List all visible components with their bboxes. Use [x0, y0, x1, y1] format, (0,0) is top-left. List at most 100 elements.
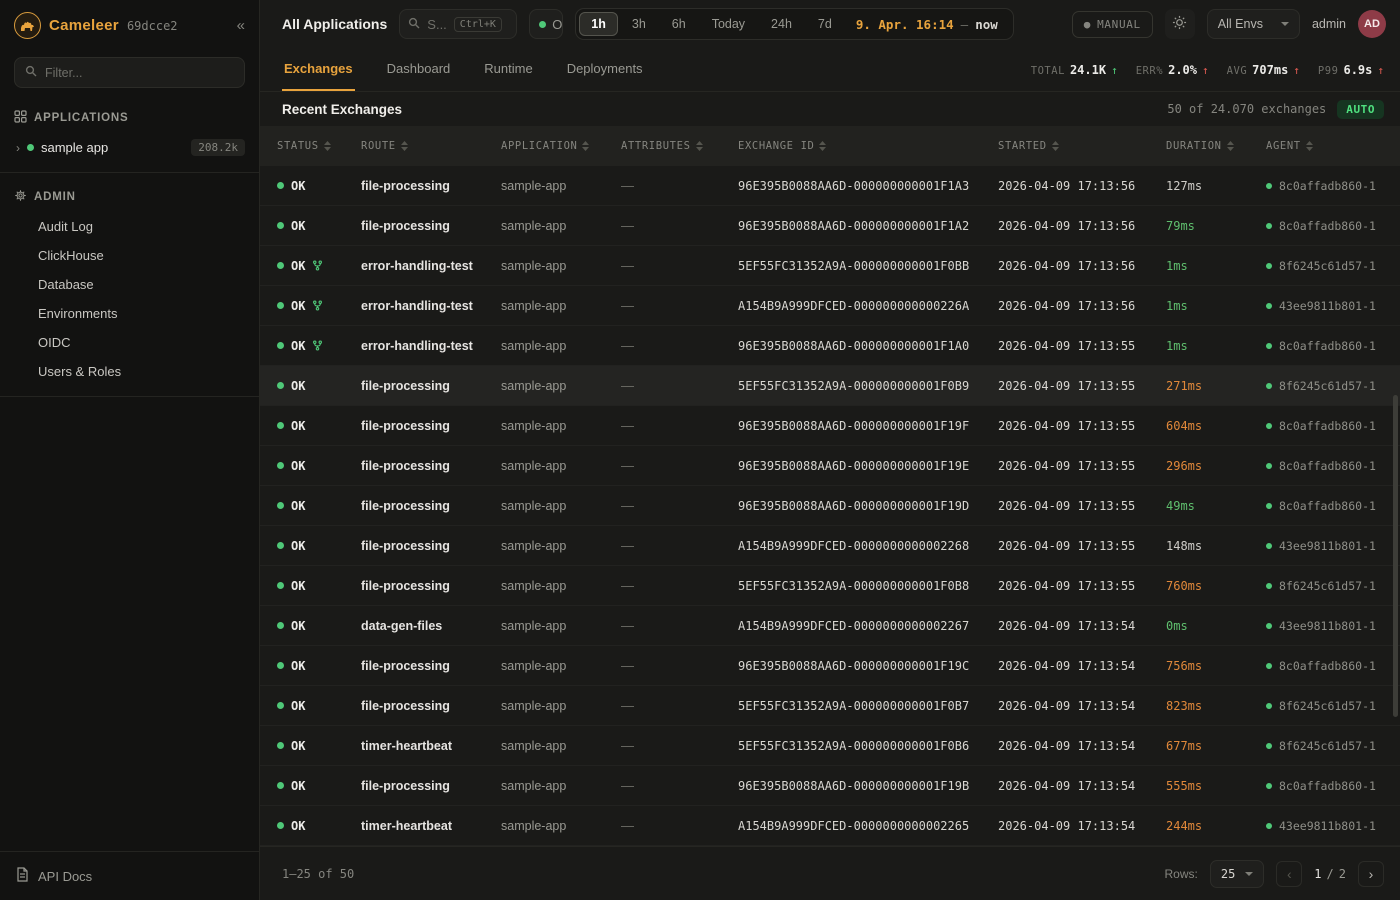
env-select[interactable]: All Envs [1207, 9, 1300, 39]
online-toggle[interactable]: O [529, 9, 563, 39]
theme-toggle-button[interactable] [1165, 9, 1195, 39]
sort-icon [324, 141, 331, 151]
date-from: 9. Apr. 16:14 [856, 17, 954, 32]
stat-err-value: 2.0% [1168, 63, 1197, 77]
time-range-today[interactable]: Today [700, 12, 757, 36]
started-cell: 2026-04-09 17:13:54 [998, 819, 1166, 833]
trend-up-icon: ↑ [1111, 64, 1118, 77]
application-cell: sample-app [501, 659, 621, 673]
sidebar-item-clickhouse[interactable]: ClickHouse [0, 241, 259, 270]
time-range-24h[interactable]: 24h [759, 12, 804, 36]
stat-avg: AVG 707ms ↑ [1227, 63, 1300, 77]
table-row[interactable]: OK file-processing sample-app — A154B9A9… [260, 526, 1400, 566]
time-range-1h[interactable]: 1h [579, 12, 618, 36]
api-docs-link[interactable]: API Docs [0, 851, 259, 900]
exchange-id-cell: 96E395B0088AA6D-000000000001F19F [738, 419, 998, 433]
table-row[interactable]: OK timer-heartbeat sample-app — A154B9A9… [260, 806, 1400, 846]
document-icon [16, 867, 29, 885]
manual-refresh-button[interactable]: ● MANUAL [1072, 11, 1153, 38]
exchange-id-cell: 5EF55FC31352A9A-000000000001F0B6 [738, 739, 998, 753]
table-row[interactable]: OK timer-heartbeat sample-app — 5EF55FC3… [260, 726, 1400, 766]
attributes-cell: — [621, 458, 738, 473]
column-header-route[interactable]: ROUTE [361, 140, 501, 152]
sidebar-collapse-icon[interactable]: « [237, 17, 245, 34]
table-row[interactable]: OK file-processing sample-app — 96E395B0… [260, 446, 1400, 486]
chevron-right-icon[interactable]: › [16, 141, 20, 155]
application-cell: sample-app [501, 379, 621, 393]
table-row[interactable]: OK file-processing sample-app — 96E395B0… [260, 486, 1400, 526]
tab-exchanges[interactable]: Exchanges [282, 48, 355, 91]
sidebar-item-database[interactable]: Database [0, 270, 259, 299]
sidebar-item-sample-app[interactable]: › sample app 208.2k [0, 133, 259, 162]
route-cell: error-handling-test [361, 339, 501, 353]
column-header-attributes[interactable]: ATTRIBUTES [621, 140, 738, 152]
column-header-exchange-id[interactable]: EXCHANGE ID [738, 140, 998, 152]
table-row[interactable]: OK file-processing sample-app — 96E395B0… [260, 766, 1400, 806]
exchange-id-cell: 5EF55FC31352A9A-000000000001F0B8 [738, 579, 998, 593]
table-row[interactable]: OK file-processing sample-app — 5EF55FC3… [260, 686, 1400, 726]
tab-runtime[interactable]: Runtime [482, 48, 534, 91]
table-row[interactable]: OK file-processing sample-app — 96E395B0… [260, 646, 1400, 686]
global-search[interactable]: S... Ctrl+K [399, 9, 517, 39]
sidebar-item-oidc[interactable]: OIDC [0, 328, 259, 357]
scrollbar-thumb[interactable] [1393, 395, 1398, 717]
started-cell: 2026-04-09 17:13:54 [998, 779, 1166, 793]
prev-page-button[interactable]: ‹ [1276, 861, 1302, 887]
table-row[interactable]: OK data-gen-files sample-app — A154B9A99… [260, 606, 1400, 646]
agent-id: 43ee9811b801-1 [1279, 299, 1376, 313]
time-range-6h[interactable]: 6h [660, 12, 698, 36]
column-header-duration[interactable]: DURATION [1166, 140, 1266, 152]
status-dot [277, 222, 284, 229]
table-row[interactable]: OK file-processing sample-app — 96E395B0… [260, 166, 1400, 206]
application-cell: sample-app [501, 819, 621, 833]
next-page-button[interactable]: › [1358, 861, 1384, 887]
column-header-status[interactable]: STATUS [277, 140, 361, 152]
table-row[interactable]: OK file-processing sample-app — 5EF55FC3… [260, 366, 1400, 406]
time-range-7d[interactable]: 7d [806, 12, 844, 36]
stat-err: ERR% 2.0% ↑ [1136, 63, 1209, 77]
agent-dot [1266, 703, 1272, 709]
tab-dashboard[interactable]: Dashboard [385, 48, 453, 91]
status-dot [277, 822, 284, 829]
route-cell: error-handling-test [361, 299, 501, 313]
exchange-id-cell: 5EF55FC31352A9A-000000000001F0B7 [738, 699, 998, 713]
trend-up-icon: ↑ [1202, 64, 1209, 77]
sidebar-filter[interactable] [14, 57, 245, 88]
filter-input[interactable] [45, 66, 234, 80]
tab-deployments[interactable]: Deployments [565, 48, 645, 91]
status-dot [277, 342, 284, 349]
table-row[interactable]: OK file-processing sample-app — 96E395B0… [260, 206, 1400, 246]
duration-cell: 244ms [1166, 819, 1266, 833]
attributes-cell: — [621, 738, 738, 753]
status-label: OK [291, 459, 305, 473]
time-range-3h[interactable]: 3h [620, 12, 658, 36]
route-cell: file-processing [361, 219, 501, 233]
exchange-id-cell: A154B9A999DFCED-0000000000002265 [738, 819, 998, 833]
route-cell: file-processing [361, 539, 501, 553]
duration-cell: 1ms [1166, 299, 1266, 313]
table-row[interactable]: OK error-handling-test sample-app — A154… [260, 286, 1400, 326]
table-row[interactable]: OK file-processing sample-app — 96E395B0… [260, 406, 1400, 446]
started-cell: 2026-04-09 17:13:56 [998, 219, 1166, 233]
attributes-cell: — [621, 618, 738, 633]
auto-refresh-badge[interactable]: AUTO [1337, 100, 1384, 119]
duration-cell: 760ms [1166, 579, 1266, 593]
rows-per-page-select[interactable]: 25 [1210, 860, 1264, 888]
sidebar-item-users-roles[interactable]: Users & Roles [0, 357, 259, 386]
duration-cell: 604ms [1166, 419, 1266, 433]
table-row[interactable]: OK error-handling-test sample-app — 96E3… [260, 326, 1400, 366]
stat-p99-value: 6.9s [1343, 63, 1372, 77]
sidebar-item-audit-log[interactable]: Audit Log [0, 212, 259, 241]
duration-cell: 296ms [1166, 459, 1266, 473]
column-header-application[interactable]: APPLICATION [501, 140, 621, 152]
avatar[interactable]: AD [1358, 10, 1386, 38]
sidebar-item-environments[interactable]: Environments [0, 299, 259, 328]
column-header-agent[interactable]: AGENT [1266, 140, 1400, 152]
table-row[interactable]: OK file-processing sample-app — 5EF55FC3… [260, 566, 1400, 606]
attributes-cell: — [621, 778, 738, 793]
sort-icon [819, 141, 826, 151]
table-row[interactable]: OK error-handling-test sample-app — 5EF5… [260, 246, 1400, 286]
route-cell: timer-heartbeat [361, 819, 501, 833]
column-header-started[interactable]: STARTED [998, 140, 1166, 152]
date-range-display[interactable]: 9. Apr. 16:14 — now [846, 17, 1010, 32]
